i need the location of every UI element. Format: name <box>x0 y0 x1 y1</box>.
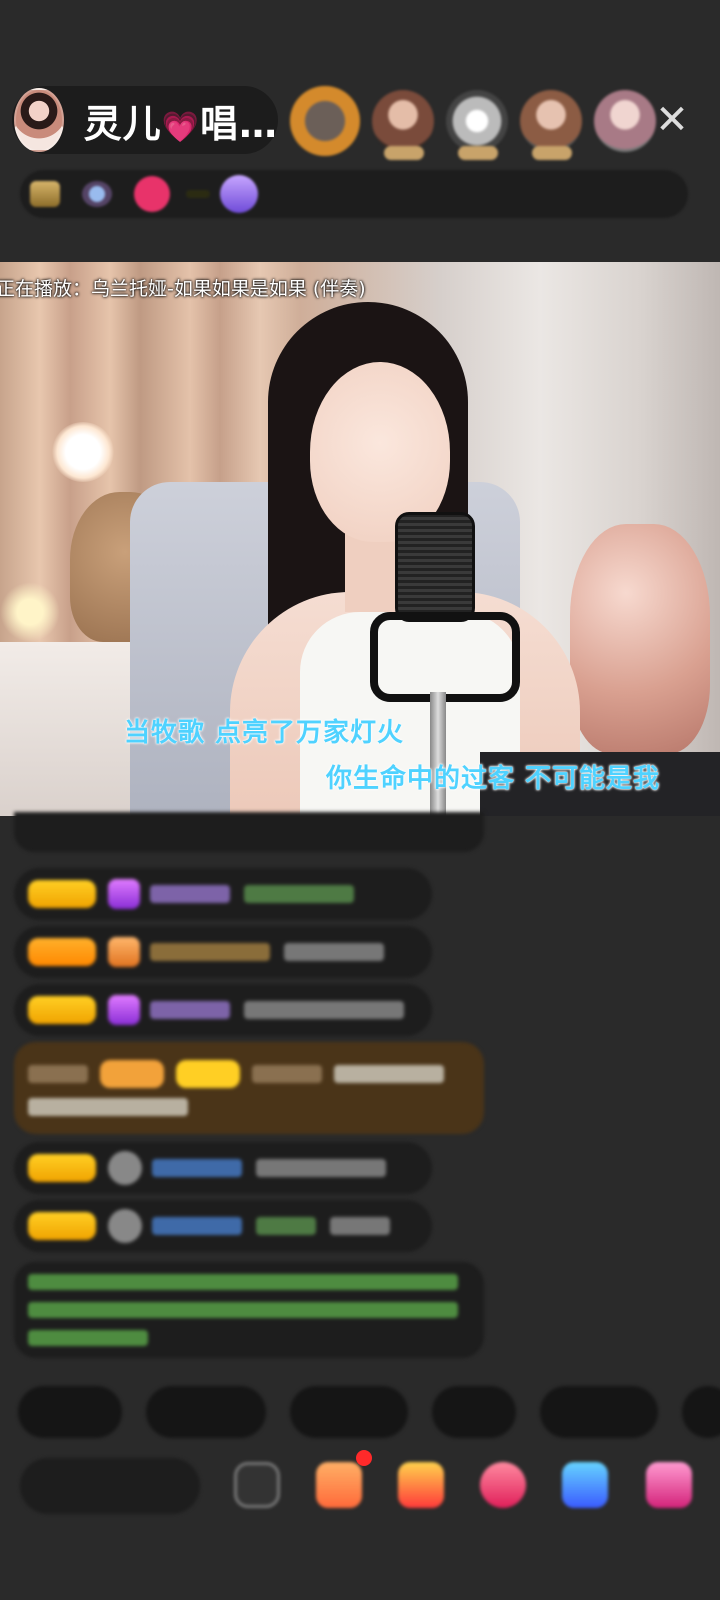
chat-message[interactable] <box>14 1200 432 1252</box>
lyric-line-2: 你生命中的过客 不可能是我 <box>326 764 661 794</box>
viewer-avatar[interactable] <box>372 90 434 160</box>
viewer-avatar[interactable] <box>290 86 360 156</box>
chat-input[interactable] <box>20 1458 200 1514</box>
event-icon <box>134 176 170 212</box>
game-icon[interactable] <box>562 1462 608 1508</box>
notification-dot <box>356 1450 372 1466</box>
chat-message[interactable] <box>14 868 432 920</box>
quick-reply-chip[interactable] <box>682 1386 720 1438</box>
avatar <box>108 1209 142 1243</box>
interaction-icon[interactable] <box>480 1462 526 1508</box>
chat-message[interactable] <box>14 926 432 978</box>
heart-icon: 💗 <box>161 109 200 145</box>
lyric-line-1: 当牧歌 点亮了万家灯火 <box>124 718 405 748</box>
quick-reply-chip[interactable] <box>432 1386 516 1438</box>
activity-banner[interactable] <box>186 190 210 198</box>
level-badge <box>28 1212 96 1240</box>
gift-icon[interactable] <box>316 1462 362 1508</box>
gem-icon <box>108 995 140 1025</box>
host-avatar[interactable] <box>14 88 64 152</box>
quick-reply-chip[interactable] <box>146 1386 266 1438</box>
red-packet-icon[interactable] <box>398 1462 444 1508</box>
level-badge <box>28 996 96 1024</box>
quick-reply-chip[interactable] <box>540 1386 658 1438</box>
level-badge <box>28 938 96 966</box>
host-name: 灵儿💗唱… <box>83 101 278 146</box>
viewer-avatar-list[interactable] <box>290 86 668 160</box>
level-badge <box>28 1154 96 1182</box>
more-gifts-icon[interactable] <box>646 1462 692 1508</box>
rank-icon <box>30 181 60 207</box>
level-badge <box>28 880 96 908</box>
viewer-avatar[interactable] <box>446 90 508 160</box>
quick-reply-chip[interactable] <box>290 1386 408 1438</box>
quick-reply-row[interactable] <box>18 1386 720 1438</box>
live-status-bar[interactable] <box>20 170 688 218</box>
quick-reply-chip[interactable] <box>18 1386 122 1438</box>
live-video-stream[interactable]: 正在播放：乌兰托娅-如果如果是如果 (伴奏) 当牧歌 点亮了万家灯火 你生命中的… <box>0 262 720 816</box>
system-notice <box>14 1262 484 1358</box>
chat-message[interactable] <box>14 984 432 1036</box>
chat-message-highlight[interactable] <box>14 1042 484 1134</box>
viewer-avatar[interactable] <box>520 90 582 160</box>
chat-message[interactable] <box>14 1142 432 1194</box>
now-playing-text: 正在播放：乌兰托娅-如果如果是如果 (伴奏) <box>0 278 366 300</box>
gift-box-icon[interactable] <box>220 175 258 213</box>
gem-icon <box>108 937 140 967</box>
chat-message[interactable] <box>14 812 484 852</box>
globe-icon <box>82 181 112 207</box>
close-icon[interactable]: ✕ <box>652 100 692 140</box>
emoji-icon[interactable] <box>234 1462 280 1508</box>
avatar <box>108 1151 142 1185</box>
host-info-pill[interactable]: 灵儿💗唱… <box>12 86 278 154</box>
gem-icon <box>108 879 140 909</box>
viewer-avatar[interactable] <box>594 90 656 152</box>
